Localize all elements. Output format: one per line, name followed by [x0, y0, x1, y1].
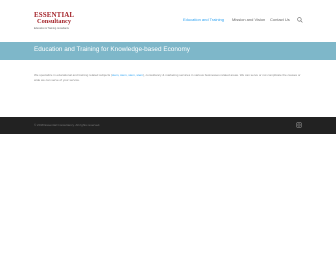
intro-link[interactable]: stem, stem, stem, stem [112, 73, 143, 77]
hero-title: Education and Training for Knowledge-bas… [34, 46, 190, 53]
camera-icon[interactable] [296, 122, 302, 128]
main-nav: Education and Training Mission and Visio… [0, 17, 336, 25]
footer-copyright: © 2018 Essential Consultancy. All rights… [34, 123, 101, 127]
site-footer: © 2018 Essential Consultancy. All rights… [0, 117, 336, 134]
nav-item-education[interactable]: Education and Training [183, 17, 224, 22]
site-header: ESSENTIAL Consultancy Education & Traini… [0, 0, 336, 42]
search-icon[interactable] [297, 17, 303, 23]
intro-paragraph: We specialize in educational and trainin… [34, 73, 304, 83]
logo-tagline: Education & Training consultants [34, 27, 69, 30]
hero-banner: Education and Training for Knowledge-bas… [0, 42, 336, 60]
nav-item-contact[interactable]: Contact Us [270, 17, 290, 22]
nav-item-mission[interactable]: Mission and Vision [232, 17, 265, 22]
intro-text-before: We specialize in educational and trainin… [34, 73, 112, 77]
